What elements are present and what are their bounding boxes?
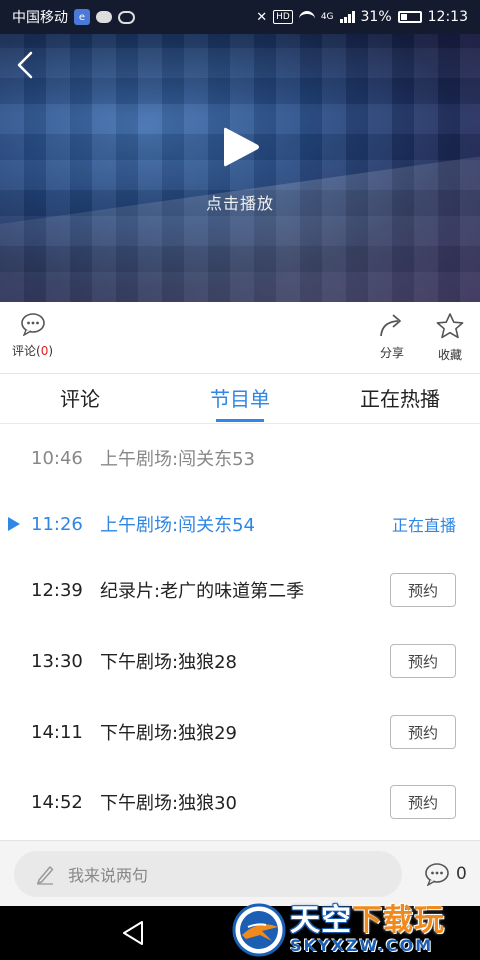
share-label: 分享 <box>379 346 404 360</box>
network-type: 4G <box>320 12 334 22</box>
mute-icon: ✕ <box>256 9 268 25</box>
back-button[interactable] <box>8 48 42 82</box>
play-icon <box>224 127 259 167</box>
program-title: 下午剧场:独狼28 <box>100 652 237 673</box>
app-notification-icon: e <box>74 9 90 25</box>
program-time: 14:52 <box>31 791 83 813</box>
favorite-button[interactable]: 收藏 <box>435 312 465 363</box>
play-label: 点击播放 <box>205 194 274 213</box>
comment-input-bar: 我来说两句 0 <box>0 840 480 906</box>
live-status-label: 正在直播 <box>391 516 456 535</box>
program-list: 10:46 上午剧场:闯关东53 11:26 上午剧场:闯关东54 正在直播 1… <box>0 424 480 840</box>
pencil-icon <box>37 866 54 885</box>
video-player[interactable]: 点击播放 <box>0 34 480 302</box>
watermark-title-a: 天空 <box>290 903 352 938</box>
site-watermark: 天空下载玩 SKYXZW.COM <box>232 900 480 960</box>
clock: 12:13 <box>427 9 468 25</box>
program-title: 上午剧场:闯关东53 <box>100 449 255 470</box>
program-row: 14:52 下午剧场:独狼30 预约 <box>0 784 480 820</box>
comment-label-text: 评论 <box>12 344 37 358</box>
star-icon <box>436 313 464 339</box>
program-time: 11:26 <box>31 513 83 535</box>
comment-count-button[interactable]: 0 <box>424 862 467 886</box>
now-playing-marker-icon <box>8 517 20 531</box>
comment-action-label: 评论(0) <box>12 342 53 359</box>
program-row: 12:39 纪录片:老广的味道第二季 预约 <box>0 572 480 608</box>
nav-back-button[interactable] <box>120 919 146 947</box>
triangle-back-icon <box>123 921 143 945</box>
comment-input[interactable]: 我来说两句 <box>14 851 402 897</box>
play-button[interactable] <box>218 124 264 170</box>
chevron-left-icon <box>17 51 33 79</box>
comment-bubble-icon <box>20 313 45 336</box>
tab-bar: 评论 节目单 正在热播 <box>0 374 480 424</box>
program-time: 14:11 <box>31 721 83 743</box>
wifi-icon <box>298 11 315 23</box>
program-title: 下午剧场:独狼30 <box>100 793 237 814</box>
comment-bubble-icon <box>425 863 449 886</box>
wechat-icon <box>118 10 135 24</box>
message-icon <box>96 11 112 23</box>
favorite-label: 收藏 <box>437 348 462 362</box>
watermark-url: SKYXZW.COM <box>290 936 434 955</box>
hd-icon: HD <box>273 10 293 24</box>
watermark-title: 天空下载玩 <box>290 905 445 937</box>
program-time: 13:30 <box>31 650 83 672</box>
watermark-logo-icon <box>232 903 286 957</box>
tab-schedule[interactable]: 节目单 <box>160 374 320 423</box>
program-row-live[interactable]: 11:26 上午剧场:闯关东54 正在直播 <box>0 506 480 542</box>
program-row: 10:46 上午剧场:闯关东53 <box>0 440 480 476</box>
status-bar: 中国移动 e ✕ HD 4G 31% 12:13 <box>0 0 480 34</box>
share-icon <box>380 314 401 337</box>
status-right: ✕ HD 4G 31% 12:13 <box>256 9 468 25</box>
watermark-title-b: 下载玩 <box>352 903 445 938</box>
tab-comments[interactable]: 评论 <box>0 374 160 423</box>
program-time: 10:46 <box>31 447 83 469</box>
tab-trending[interactable]: 正在热播 <box>320 374 480 423</box>
program-time: 12:39 <box>31 579 83 601</box>
status-left: 中国移动 e <box>12 7 135 27</box>
program-row: 14:11 下午剧场:独狼29 预约 <box>0 714 480 750</box>
program-title: 下午剧场:独狼29 <box>100 723 237 744</box>
reserve-button[interactable]: 预约 <box>390 715 456 749</box>
signal-icon <box>339 11 355 23</box>
comment-count-close: ) <box>48 344 54 358</box>
comment-action-button[interactable]: 评论(0) <box>12 312 53 359</box>
program-title: 上午剧场:闯关东54 <box>100 515 255 536</box>
action-bar: 评论(0) 分享 收藏 <box>0 302 480 374</box>
reserve-button[interactable]: 预约 <box>390 785 456 819</box>
carrier-label: 中国移动 <box>12 10 68 26</box>
program-row: 13:30 下午剧场:独狼28 预约 <box>0 643 480 679</box>
comment-input-placeholder: 我来说两句 <box>68 866 149 885</box>
reserve-button[interactable]: 预约 <box>390 573 456 607</box>
share-button[interactable]: 分享 <box>378 312 406 361</box>
comment-count-value: 0 <box>456 864 467 884</box>
watermark-text: 天空下载玩 SKYXZW.COM <box>290 905 445 955</box>
battery-icon <box>397 11 422 23</box>
reserve-button[interactable]: 预约 <box>390 644 456 678</box>
battery-percent: 31% <box>360 9 392 25</box>
program-title: 纪录片:老广的味道第二季 <box>100 581 305 602</box>
